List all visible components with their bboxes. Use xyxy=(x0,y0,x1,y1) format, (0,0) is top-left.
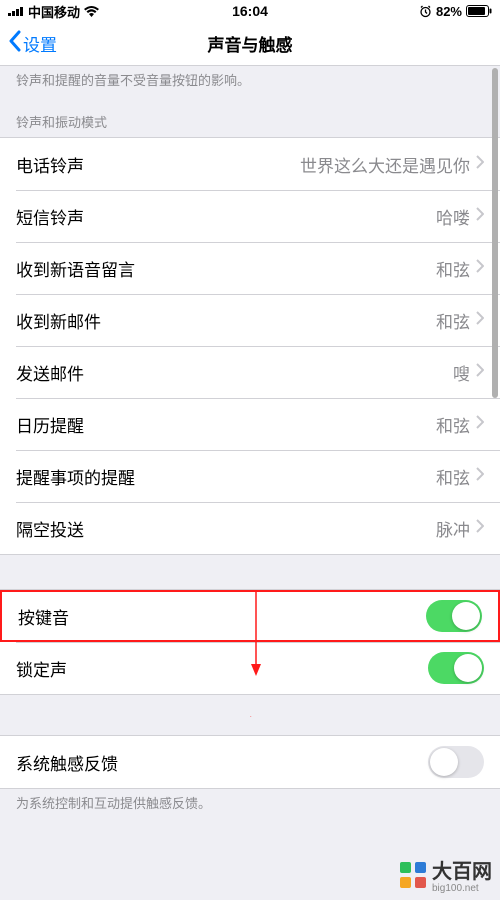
volume-note: 铃声和提醒的音量不受音量按钮的影响。 xyxy=(0,66,500,98)
lock-sound-switch[interactable] xyxy=(428,652,484,684)
watermark-logo-icon xyxy=(400,862,426,888)
cell-label: 系统触感反馈 xyxy=(16,750,428,775)
cell-value: 世界这么大还是遇见你 xyxy=(300,152,470,177)
chevron-right-icon xyxy=(476,154,484,174)
content-scroll[interactable]: 铃声和提醒的音量不受音量按钮的影响。 铃声和振动模式 电话铃声 世界这么大还是遇… xyxy=(0,66,500,900)
cell-value: 和弦 xyxy=(436,308,470,333)
chevron-left-icon xyxy=(8,30,21,57)
cell-label: 电话铃声 xyxy=(16,152,300,177)
back-button[interactable]: 设置 xyxy=(0,30,65,57)
row-new-mail[interactable]: 收到新邮件 和弦 xyxy=(0,294,500,346)
carrier-text: 中国移动 xyxy=(28,2,80,21)
row-phone-ringtone[interactable]: 电话铃声 世界这么大还是遇见你 xyxy=(0,138,500,190)
cell-value: 脉冲 xyxy=(436,516,470,541)
chevron-right-icon xyxy=(476,466,484,486)
chevron-right-icon xyxy=(476,518,484,538)
chevron-right-icon xyxy=(476,258,484,278)
scrollbar[interactable] xyxy=(492,68,498,398)
cell-value: 和弦 xyxy=(436,256,470,281)
haptics-note: 为系统控制和互动提供触感反馈。 xyxy=(0,789,500,821)
row-voicemail[interactable]: 收到新语音留言 和弦 xyxy=(0,242,500,294)
cell-value: 和弦 xyxy=(436,464,470,489)
page-title: 声音与触感 xyxy=(208,31,293,56)
cell-label: 短信铃声 xyxy=(16,204,436,229)
row-airdrop[interactable]: 隔空投送 脉冲 xyxy=(0,502,500,554)
cell-label: 收到新邮件 xyxy=(16,308,436,333)
chevron-right-icon xyxy=(476,206,484,226)
cell-label: 日历提醒 xyxy=(16,412,436,437)
watermark: 大百网 big100.net xyxy=(400,855,492,894)
keyboard-clicks-switch[interactable] xyxy=(426,600,482,632)
watermark-url: big100.net xyxy=(432,884,492,894)
row-sent-mail[interactable]: 发送邮件 嗖 xyxy=(0,346,500,398)
ringtone-group: 电话铃声 世界这么大还是遇见你 短信铃声 哈喽 收到新语音留言 和弦 收到新邮件… xyxy=(0,137,500,555)
signal-icon xyxy=(8,6,24,16)
cell-value: 嗖 xyxy=(453,360,470,385)
row-keyboard-clicks[interactable]: 按键音 xyxy=(0,590,500,642)
cell-label: 锁定声 xyxy=(16,656,428,681)
cell-value: 和弦 xyxy=(436,412,470,437)
cell-label: 隔空投送 xyxy=(16,516,436,541)
section-header-ringtones: 铃声和振动模式 xyxy=(0,98,500,137)
cell-label: 发送邮件 xyxy=(16,360,453,385)
alarm-icon xyxy=(419,5,432,18)
battery-percent: 82% xyxy=(436,4,462,19)
row-lock-sound[interactable]: 锁定声 xyxy=(0,642,500,694)
toggle-group-2: 系统触感反馈 xyxy=(0,735,500,789)
cell-label: 收到新语音留言 xyxy=(16,256,436,281)
row-reminder-alerts[interactable]: 提醒事项的提醒 和弦 xyxy=(0,450,500,502)
status-time: 16:04 xyxy=(232,3,268,19)
back-label: 设置 xyxy=(23,31,57,56)
toggle-group-1: 按键音 锁定声 xyxy=(0,589,500,695)
cell-label: 提醒事项的提醒 xyxy=(16,464,436,489)
watermark-name: 大百网 xyxy=(432,861,492,883)
chevron-right-icon xyxy=(476,362,484,382)
nav-bar: 设置 声音与触感 xyxy=(0,22,500,66)
cell-label: 按键音 xyxy=(18,604,426,629)
row-system-haptics[interactable]: 系统触感反馈 xyxy=(0,736,500,788)
wifi-icon xyxy=(84,6,99,17)
battery-icon xyxy=(466,5,492,17)
status-bar: 中国移动 16:04 82% xyxy=(0,0,500,22)
row-calendar-alerts[interactable]: 日历提醒 和弦 xyxy=(0,398,500,450)
cell-value: 哈喽 xyxy=(436,204,470,229)
row-text-tone[interactable]: 短信铃声 哈喽 xyxy=(0,190,500,242)
chevron-right-icon xyxy=(476,414,484,434)
system-haptics-switch[interactable] xyxy=(428,746,484,778)
chevron-right-icon xyxy=(476,310,484,330)
